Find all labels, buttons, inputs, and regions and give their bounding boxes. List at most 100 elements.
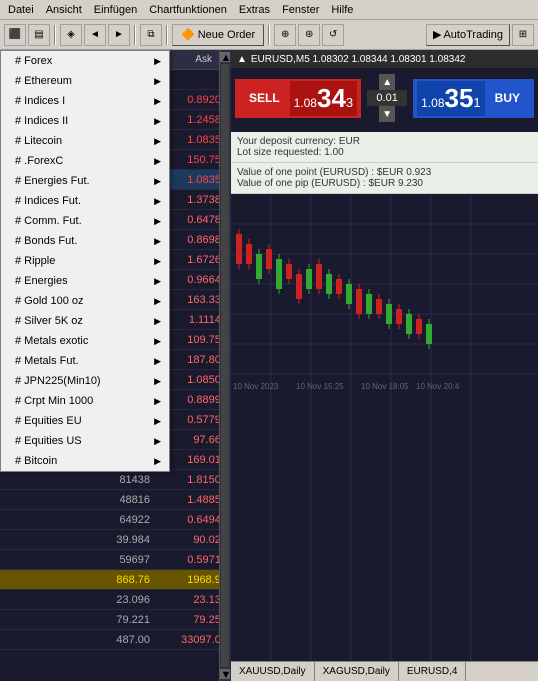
dropdown-item-bonds-fut[interactable]: # Bonds Fut.▶ <box>1 231 169 251</box>
new-order-icon: 🔶 <box>181 28 195 41</box>
toolbar-btn-3[interactable]: ◈ <box>60 24 82 46</box>
menu-einfuegen[interactable]: Einfügen <box>88 2 143 18</box>
toolbar-btn-9[interactable]: ↺ <box>322 24 344 46</box>
chart-title-bar: ▲ EURUSD,M5 1.08302 1.08344 1.08301 1.08… <box>231 50 538 68</box>
toolbar-btn-6[interactable]: ⧉ <box>140 24 162 46</box>
svg-text:10 Nov 15:25: 10 Nov 15:25 <box>296 382 344 391</box>
toolbar-btn-10[interactable]: ⊞ <box>512 24 534 46</box>
new-order-button[interactable]: 🔶 Neue Order <box>172 24 264 46</box>
dropdown-item-metals-fut[interactable]: # Metals Fut.▶ <box>1 351 169 371</box>
sell-button[interactable]: SELL <box>239 84 290 112</box>
dropdown-item-ethereum[interactable]: # Ethereum▶ <box>1 71 169 91</box>
new-order-label: Neue Order <box>198 29 255 41</box>
toolbar-btn-4[interactable]: ◄ <box>84 24 106 46</box>
toolbar-sep-1 <box>54 25 56 45</box>
pip-info: Value of one point (EURUSD) : $EUR 0.923… <box>231 163 538 194</box>
sell-buy-row: SELL 1.08 34 3 ▲ ▼ <box>235 72 534 124</box>
auto-trading-button[interactable]: ▶ AutoTrading <box>426 24 510 46</box>
menu-hilfe[interactable]: Hilfe <box>325 2 359 18</box>
dropdown-item-forex[interactable]: # Forex▶ <box>1 51 169 71</box>
menu-ansicht[interactable]: Ansicht <box>40 2 88 18</box>
sell-side: SELL 1.08 34 3 <box>235 79 361 118</box>
table-row-eq-us-highlight[interactable]: 868.76 1968.99 <box>0 570 231 590</box>
bottom-tabs: XAUUSD,Daily XAGUSD,Daily EURUSD,4 <box>231 661 538 681</box>
dropdown-item-energies[interactable]: # Energies▶ <box>1 271 169 291</box>
sell-price-big: 34 <box>317 83 346 114</box>
lot-down-button[interactable]: ▼ <box>379 106 395 122</box>
symbol-dropdown: # Forex▶ # Ethereum▶ # Indices I▶ # Indi… <box>0 50 170 472</box>
pip-line2: Value of one pip (EURUSD) : $EUR 9.230 <box>237 178 532 189</box>
table-row-bitcoin-2[interactable]: 79.221 79.254 <box>0 610 231 630</box>
chart-title: EURUSD,M5 1.08302 1.08344 1.08301 1.0834… <box>251 54 466 65</box>
bottom-tab-xauusd[interactable]: XAUUSD,Daily <box>231 662 315 681</box>
buy-price-super: 1 <box>473 95 480 110</box>
sell-price-display: 1.08 34 3 <box>290 81 358 116</box>
buy-side: 1.08 35 1 BUY <box>413 79 534 118</box>
lot-value-input[interactable] <box>367 90 407 106</box>
dropdown-item-equities-eu[interactable]: # Equities EU▶ <box>1 411 169 431</box>
chart-arrow: ▲ <box>237 54 247 65</box>
menu-bar: Datei Ansicht Einfügen Chartfunktionen E… <box>0 0 538 20</box>
table-row-bitcoin-1[interactable]: 23.096 23.133 <box>0 590 231 610</box>
tab-eurusd4-label: EURUSD,4 <box>407 666 458 677</box>
menu-datei[interactable]: Datei <box>2 2 40 18</box>
sell-price-prefix: 1.08 <box>294 96 317 110</box>
bottom-tab-xagusd[interactable]: XAGUSD,Daily <box>315 662 399 681</box>
auto-trading-icon: ▶ <box>433 28 441 41</box>
dropdown-item-comm-fut[interactable]: # Comm. Fut.▶ <box>1 211 169 231</box>
dropdown-item-equities-us[interactable]: # Equities US▶ <box>1 431 169 451</box>
dropdown-item-indices-i[interactable]: # Indices I▶ <box>1 91 169 111</box>
chart-canvas-area[interactable]: 10 Nov 2023 10 Nov 15:25 10 Nov 18:05 10… <box>231 194 538 661</box>
buy-price-display: 1.08 35 1 <box>417 81 485 116</box>
dropdown-item-bitcoin[interactable]: # Bitcoin▶ <box>1 451 169 471</box>
tab-xauusd-label: XAUUSD,Daily <box>239 666 306 677</box>
deposit-info: Your deposit currency: EUR Lot size requ… <box>231 132 538 163</box>
dropdown-item-silver[interactable]: # Silver 5K oz▶ <box>1 311 169 331</box>
lot-size-label: Lot size requested: 1.00 <box>237 147 532 158</box>
trade-controls-panel: SELL 1.08 34 3 ▲ ▼ <box>231 68 538 132</box>
table-row-bitcoin-3[interactable]: 487.00 33097.00 <box>0 630 231 650</box>
toolbar: ⬛ ▤ ◈ ◄ ► ⧉ 🔶 Neue Order ⊕ ⊛ ↺ ▶ AutoTra… <box>0 20 538 50</box>
toolbar-btn-1[interactable]: ⬛ <box>4 24 26 46</box>
deposit-currency-label: Your deposit currency: EUR <box>237 136 532 147</box>
table-row-metals-fut[interactable]: 48816 1.48851 <box>0 490 231 510</box>
dropdown-item-crpt[interactable]: # Crpt Min 1000▶ <box>1 391 169 411</box>
toolbar-btn-8[interactable]: ⊛ <box>298 24 320 46</box>
dropdown-item-metals-exotic[interactable]: # Metals exotic▶ <box>1 331 169 351</box>
scroll-down[interactable]: ▼ <box>220 669 230 679</box>
menu-fenster[interactable]: Fenster <box>276 2 325 18</box>
price-chart-svg: 10 Nov 2023 10 Nov 15:25 10 Nov 18:05 10… <box>231 194 538 661</box>
buy-price-big: 35 <box>445 83 474 114</box>
pip-line1: Value of one point (EURUSD) : $EUR 0.923 <box>237 167 532 178</box>
scroll-track <box>221 64 229 667</box>
dropdown-item-energies-fut[interactable]: # Energies Fut.▶ <box>1 171 169 191</box>
table-row-metals-ex[interactable]: 81438 1.81500 <box>0 470 231 490</box>
scroll-up[interactable]: ▲ <box>220 52 230 62</box>
sell-price-block: SELL 1.08 34 3 <box>235 79 361 118</box>
bottom-tab-eurusd4[interactable]: EURUSD,4 <box>399 662 467 681</box>
toolbar-sep-2 <box>134 25 136 45</box>
trading-panel: ▲ EURUSD,M5 1.08302 1.08344 1.08301 1.08… <box>231 50 538 681</box>
buy-price-block: 1.08 35 1 BUY <box>413 79 534 118</box>
dropdown-item-indices-ii[interactable]: # Indices II▶ <box>1 111 169 131</box>
buy-button[interactable]: BUY <box>485 84 530 112</box>
toolbar-btn-2[interactable]: ▤ <box>28 24 50 46</box>
dropdown-item-gold[interactable]: # Gold 100 oz▶ <box>1 291 169 311</box>
svg-text:10 Nov 18:05: 10 Nov 18:05 <box>361 382 409 391</box>
table-row-crpt[interactable]: 39.984 90.020 <box>0 530 231 550</box>
watchlist-scrollbar[interactable]: ▲ ▼ <box>219 50 231 681</box>
toolbar-btn-7[interactable]: ⊕ <box>274 24 296 46</box>
table-row-eq-eu[interactable]: 59697 0.59712 <box>0 550 231 570</box>
dropdown-item-forexc[interactable]: # .ForexC▶ <box>1 151 169 171</box>
svg-text:10 Nov 2023: 10 Nov 2023 <box>233 382 279 391</box>
dropdown-item-jpn225[interactable]: # JPN225(Min10)▶ <box>1 371 169 391</box>
dropdown-item-indices-fut[interactable]: # Indices Fut.▶ <box>1 191 169 211</box>
lot-up-button[interactable]: ▲ <box>379 74 395 90</box>
menu-extras[interactable]: Extras <box>233 2 276 18</box>
sell-price-super: 3 <box>346 95 353 110</box>
dropdown-item-litecoin[interactable]: # Litecoin▶ <box>1 131 169 151</box>
toolbar-btn-5[interactable]: ► <box>108 24 130 46</box>
menu-chartfunktionen[interactable]: Chartfunktionen <box>143 2 233 18</box>
table-row-jpn[interactable]: 64922 0.64946 <box>0 510 231 530</box>
dropdown-item-ripple[interactable]: # Ripple▶ <box>1 251 169 271</box>
